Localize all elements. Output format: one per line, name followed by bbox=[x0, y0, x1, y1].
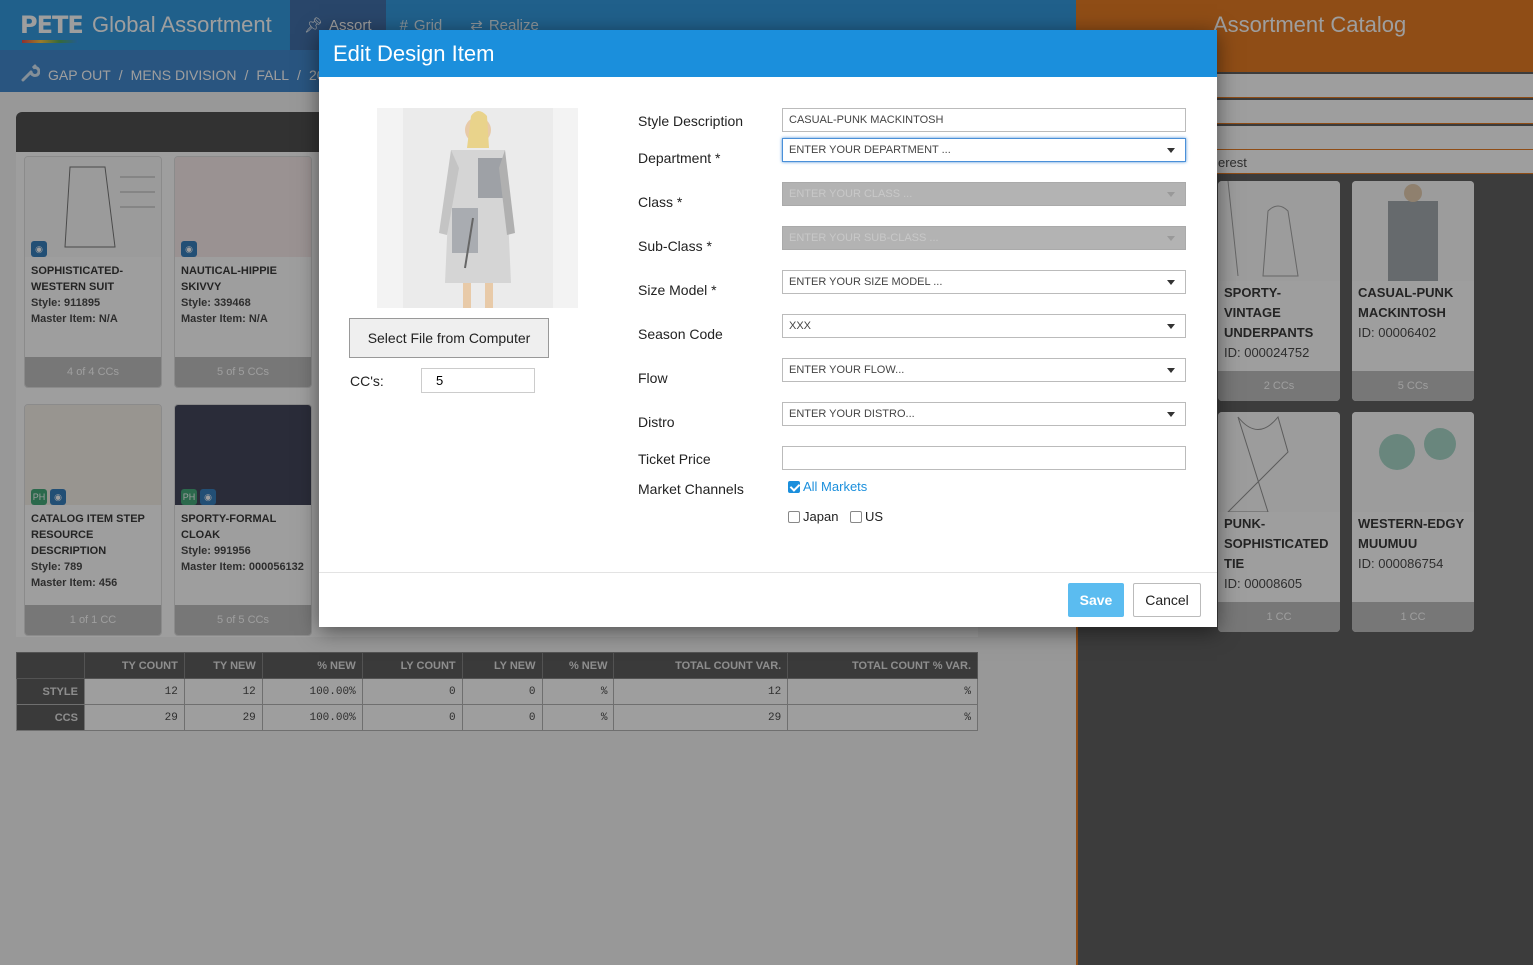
season-code-value: XXX bbox=[789, 320, 812, 332]
ticket-price-input[interactable] bbox=[782, 446, 1186, 470]
chevron-down-icon bbox=[1167, 368, 1175, 373]
cancel-button[interactable]: Cancel bbox=[1133, 583, 1201, 617]
us-checkbox[interactable] bbox=[850, 511, 862, 523]
season-code-label: Season Code bbox=[638, 326, 723, 342]
item-image-preview bbox=[377, 108, 578, 308]
flow-placeholder: ENTER YOUR FLOW... bbox=[789, 364, 905, 376]
cc-label: CC's: bbox=[350, 373, 384, 389]
size-model-select[interactable]: ENTER YOUR SIZE MODEL ... bbox=[782, 270, 1186, 294]
style-description-input[interactable]: CASUAL-PUNK MACKINTOSH bbox=[782, 108, 1186, 132]
distro-label: Distro bbox=[638, 414, 675, 430]
select-file-button[interactable]: Select File from Computer bbox=[349, 318, 549, 358]
size-model-label: Size Model * bbox=[638, 282, 717, 298]
distro-placeholder: ENTER YOUR DISTRO... bbox=[789, 408, 915, 420]
flow-label: Flow bbox=[638, 370, 668, 386]
us-label: US bbox=[865, 509, 884, 524]
chevron-down-icon bbox=[1167, 280, 1175, 285]
japan-label: Japan bbox=[803, 509, 839, 524]
subclass-placeholder: ENTER YOUR SUB-CLASS ... bbox=[789, 232, 939, 244]
all-markets-checkbox[interactable] bbox=[788, 481, 800, 493]
department-select[interactable]: ENTER YOUR DEPARTMENT ... bbox=[782, 138, 1186, 162]
cc-input[interactable] bbox=[421, 368, 535, 393]
subclass-label: Sub-Class * bbox=[638, 238, 712, 254]
size-model-placeholder: ENTER YOUR SIZE MODEL ... bbox=[789, 276, 943, 288]
dialog-footer-divider bbox=[319, 572, 1217, 573]
distro-select[interactable]: ENTER YOUR DISTRO... bbox=[782, 402, 1186, 426]
save-button[interactable]: Save bbox=[1068, 583, 1124, 617]
all-markets-label: All Markets bbox=[803, 479, 868, 494]
flow-select[interactable]: ENTER YOUR FLOW... bbox=[782, 358, 1186, 382]
edit-design-item-dialog: Edit Design Item Select File from Comput… bbox=[319, 30, 1217, 627]
class-select: ENTER YOUR CLASS ... bbox=[782, 182, 1186, 206]
department-label: Department * bbox=[638, 150, 721, 166]
chevron-down-icon bbox=[1167, 148, 1175, 153]
dialog-title: Edit Design Item bbox=[319, 30, 1217, 77]
chevron-down-icon bbox=[1167, 236, 1175, 241]
style-description-label: Style Description bbox=[638, 113, 744, 129]
class-placeholder: ENTER YOUR CLASS ... bbox=[789, 188, 913, 200]
item-image bbox=[403, 108, 553, 308]
season-code-select[interactable]: XXX bbox=[782, 314, 1186, 338]
class-label: Class * bbox=[638, 194, 683, 210]
ticket-price-label: Ticket Price bbox=[638, 451, 711, 467]
chevron-down-icon bbox=[1167, 324, 1175, 329]
japan-checkbox[interactable] bbox=[788, 511, 800, 523]
chevron-down-icon bbox=[1167, 192, 1175, 197]
department-placeholder: ENTER YOUR DEPARTMENT ... bbox=[789, 144, 951, 156]
subclass-select: ENTER YOUR SUB-CLASS ... bbox=[782, 226, 1186, 250]
market-channels-label: Market Channels bbox=[638, 481, 744, 497]
chevron-down-icon bbox=[1167, 412, 1175, 417]
